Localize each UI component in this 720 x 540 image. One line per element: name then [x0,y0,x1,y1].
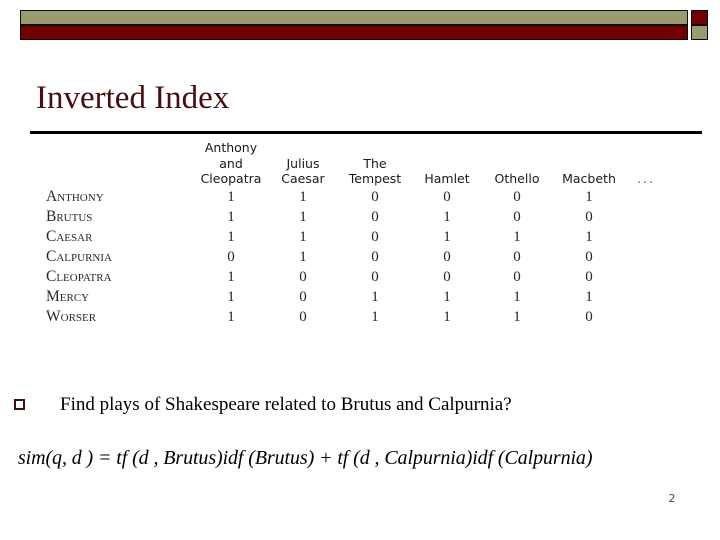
square-bullet-icon [14,399,25,410]
matrix-cell: 1 [513,308,521,325]
column-header-line: Macbeth [562,171,616,186]
column-header-line: and [219,155,243,171]
matrix-cell: 1 [227,288,235,305]
matrix-cell-spacer [626,247,666,267]
matrix-cell: 1 [227,308,235,325]
matrix-cell: 0 [513,188,521,205]
matrix-cell: 1 [371,308,379,325]
matrix-cell: 0 [371,208,379,225]
column-header-line: Othello [494,171,540,186]
row-label-mercy: Mercy [46,287,90,305]
matrix-cell: 0 [371,228,379,245]
row-label-cleopatra: Cleopatra [46,267,112,285]
matrix-cell: 0 [443,248,451,265]
header-decoration [20,10,710,42]
matrix-cell: 1 [443,308,451,325]
header-bar-maroon [20,25,688,40]
matrix-body: Anthony 1 1 0 0 0 1 Brutus 1 1 0 1 0 0 C… [46,187,666,327]
header-bar-tan [20,10,688,25]
column-header-line: Tempest [348,171,402,186]
matrix-corner-cell [46,140,194,187]
table-header-row: Anthony and Cleopatra Julius Caesar The … [46,140,666,187]
matrix-cell: 1 [585,288,593,305]
matrix-cell: 1 [443,288,451,305]
matrix-cell: 0 [513,208,521,225]
matrix-cell-spacer [626,267,666,287]
matrix-cell: 1 [227,188,235,205]
matrix-cell: 1 [443,208,451,225]
bullet-item-label: Find plays of Shakespeare related to Bru… [60,394,512,415]
column-header-line: ... [637,171,655,186]
table-row: Brutus 1 1 0 1 0 0 [46,207,666,227]
matrix-cell: 0 [513,248,521,265]
matrix-cell-spacer [626,307,666,327]
row-label-caesar: Caesar [46,227,93,245]
bullet-item: Find plays of Shakespeare related to Bru… [14,392,512,418]
matrix-cell: 0 [299,268,307,285]
term-document-matrix: Anthony and Cleopatra Julius Caesar The … [46,140,666,327]
matrix-cell: 1 [371,288,379,305]
column-header-othello: Othello [482,140,552,187]
table-row: Anthony 1 1 0 0 0 1 [46,187,666,207]
column-header-line: Julius [286,155,320,171]
matrix-cell: 0 [585,268,593,285]
column-header-the-tempest: The Tempest [338,140,412,187]
row-label-calpurnia: Calpurnia [46,247,112,265]
row-label-anthony: Anthony [46,187,104,205]
matrix-cell: 1 [513,288,521,305]
matrix-cell: 0 [371,248,379,265]
matrix-cell: 0 [585,248,593,265]
matrix-cell: 0 [585,308,593,325]
matrix-cell: 1 [299,248,307,265]
column-header-line: Caesar [281,171,325,186]
similarity-formula: sim(q, d ) = tf (d , Brutus)idf (Brutus)… [18,447,593,469]
matrix-cell: 1 [299,188,307,205]
matrix-cell: 0 [513,268,521,285]
matrix-cell: 1 [227,208,235,225]
matrix-cell: 0 [585,208,593,225]
column-header-julius-caesar: Julius Caesar [268,140,338,187]
matrix-cell: 0 [299,288,307,305]
matrix-cell: 0 [299,308,307,325]
column-header-hamlet: Hamlet [412,140,482,187]
table-row: Worser 1 0 1 1 1 0 [46,307,666,327]
matrix-cell: 0 [371,188,379,205]
table-row: Cleopatra 1 0 0 0 0 0 [46,267,666,287]
matrix-cell: 1 [299,228,307,245]
column-header-line: The [363,155,387,171]
matrix-cell: 0 [443,268,451,285]
page-title: Inverted Index [36,80,230,116]
matrix-cell-spacer [626,187,666,207]
column-header-line: Anthony [204,140,258,155]
matrix-cell: 0 [227,248,235,265]
matrix-cell: 1 [227,268,235,285]
row-label-brutus: Brutus [46,207,93,225]
matrix-cell: 0 [443,188,451,205]
matrix-cell-spacer [626,287,666,307]
matrix-cell: 0 [371,268,379,285]
table-row: Calpurnia 0 1 0 0 0 0 [46,247,666,267]
column-header-anthony-and-cleopatra: Anthony and Cleopatra [194,140,268,187]
column-header-macbeth: Macbeth [552,140,626,187]
matrix-header: Anthony and Cleopatra Julius Caesar The … [46,140,666,187]
matrix-cell: 1 [299,208,307,225]
matrix-cell: 1 [443,228,451,245]
matrix-cell-spacer [626,227,666,247]
column-header-line: Cleopatra [200,171,262,186]
table-row: Mercy 1 0 1 1 1 1 [46,287,666,307]
page-number: 2 [668,492,676,505]
table-row: Caesar 1 1 0 1 1 1 [46,227,666,247]
matrix-cell: 1 [513,228,521,245]
header-square-tan [691,25,708,40]
header-square-maroon [691,10,708,25]
title-divider [30,131,702,134]
matrix-cell: 1 [227,228,235,245]
matrix-cell: 1 [585,228,593,245]
column-header-ellipsis: ... [626,140,666,187]
column-header-line: Hamlet [424,171,470,186]
row-label-worser: Worser [46,307,97,325]
matrix-cell: 1 [585,188,593,205]
matrix-cell-spacer [626,207,666,227]
